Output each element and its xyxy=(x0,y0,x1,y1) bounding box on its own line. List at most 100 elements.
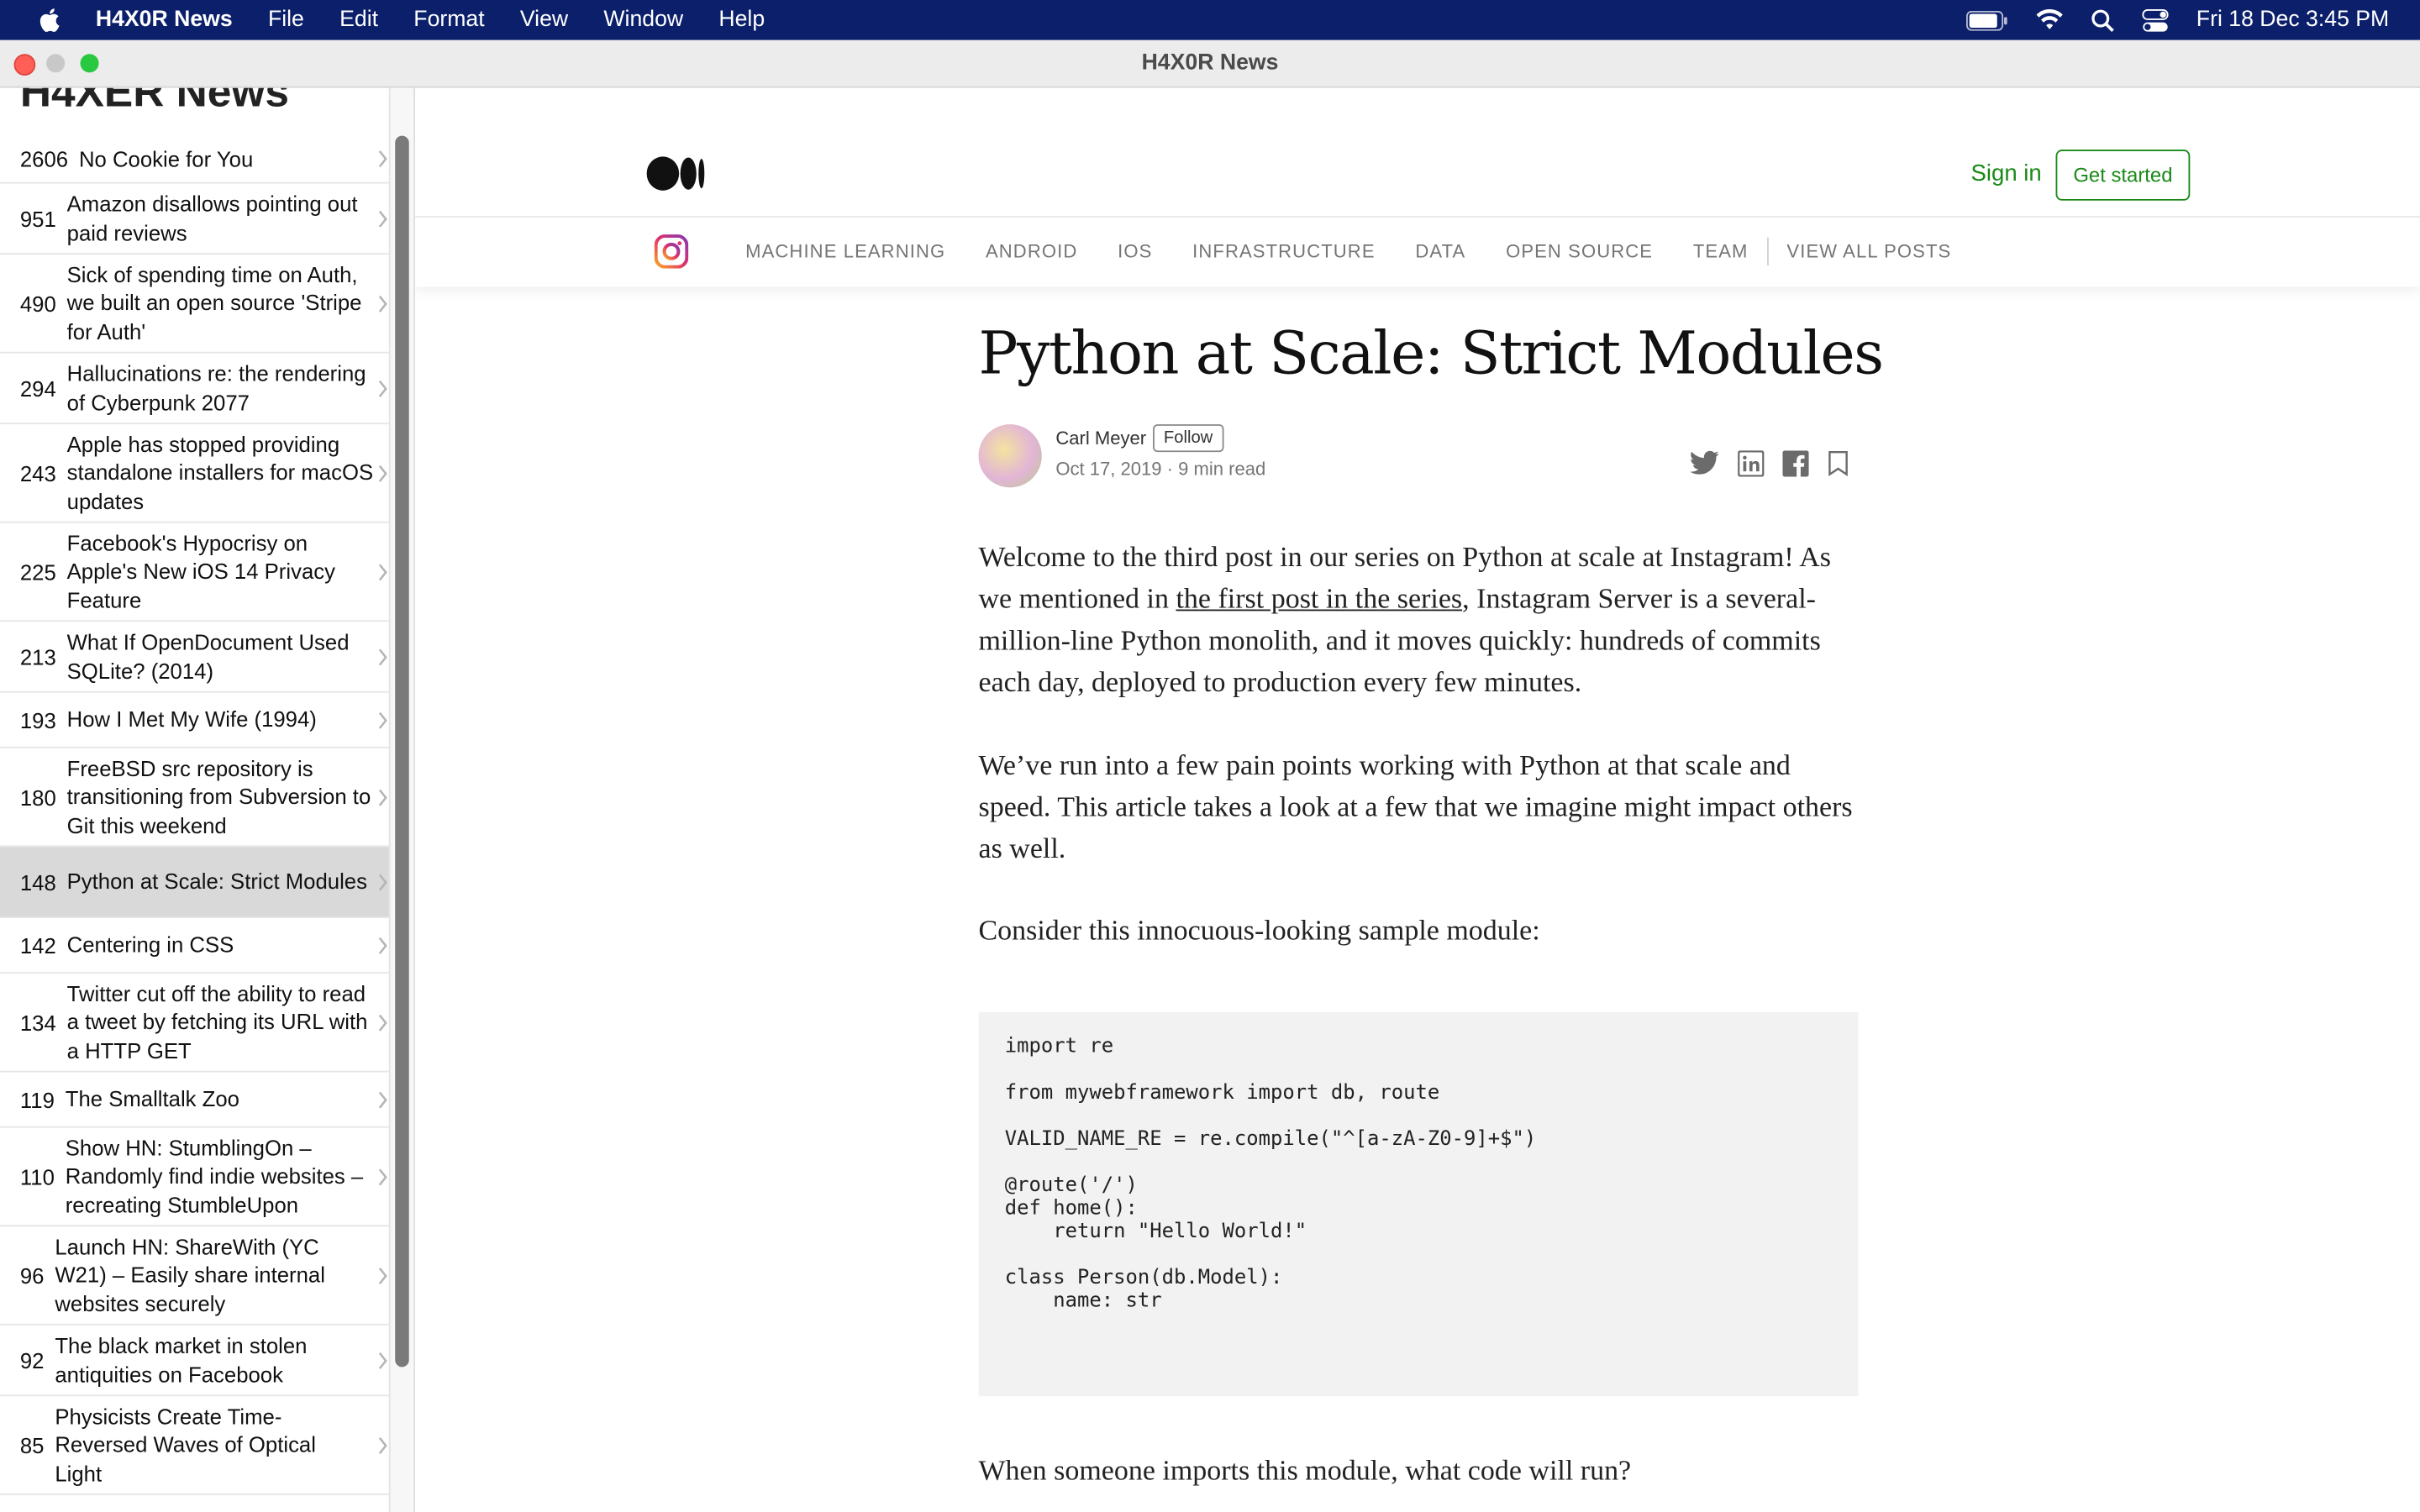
story-score: 193 xyxy=(19,707,56,732)
menu-format[interactable]: Format xyxy=(413,8,484,32)
share-bar xyxy=(1690,450,1849,477)
story-row[interactable]: 134 Twitter cut off the ability to read a… xyxy=(0,974,389,1073)
search-icon[interactable] xyxy=(2091,8,2115,32)
site-header: Sign in Get started xyxy=(415,88,2420,218)
menu-view[interactable]: View xyxy=(520,8,568,32)
story-score: 490 xyxy=(19,291,56,316)
story-row[interactable]: 142 Centering in CSS xyxy=(0,918,389,974)
story-score: 294 xyxy=(19,375,56,401)
chevron-right-icon xyxy=(378,1013,387,1031)
article-paragraph: Welcome to the third post in our series … xyxy=(978,538,1861,705)
bookmark-icon[interactable] xyxy=(1828,450,1849,477)
story-sidebar: H4XER News 2606 No Cookie for You 951 Amazo… xyxy=(0,87,416,1512)
chevron-right-icon xyxy=(378,379,387,396)
story-row[interactable]: 148 Python at Scale: Strict Modules xyxy=(0,847,389,918)
linkedin-icon[interactable] xyxy=(1738,450,1765,477)
chevron-right-icon xyxy=(378,1436,387,1454)
story-score: 134 xyxy=(19,1010,56,1035)
story-title: Sick of spending time on Auth, we built … xyxy=(66,262,362,344)
story-row[interactable]: 490 Sick of spending time on Auth, we bui… xyxy=(0,255,389,354)
story-row[interactable]: 85 Physicists Create Time-Reversed Waves … xyxy=(0,1396,389,1495)
window-titlebar: H4X0R News xyxy=(0,39,2420,88)
story-score: 96 xyxy=(19,1263,45,1288)
menu-edit[interactable]: Edit xyxy=(339,8,378,32)
nav-open-source[interactable]: OPEN SOURCE xyxy=(1506,241,1653,265)
story-row[interactable]: 951 Amazon disallows pointing out paid re… xyxy=(0,184,389,255)
nav-infrastructure[interactable]: INFRASTRUCTURE xyxy=(1192,241,1375,265)
nav-data[interactable]: DATA xyxy=(1415,241,1465,265)
chevron-right-icon xyxy=(378,873,387,890)
story-title: Physicists Create Time-Reversed Waves of… xyxy=(55,1404,316,1486)
apple-icon[interactable] xyxy=(37,6,65,34)
story-row[interactable]: 92 The black market in stolen antiquities… xyxy=(0,1326,389,1397)
menu-window[interactable]: Window xyxy=(603,8,683,32)
code-text: import re from mywebframework import db,… xyxy=(1004,1035,1537,1314)
twitter-icon[interactable] xyxy=(1690,450,1719,475)
story-title: The Smalltalk Zoo xyxy=(65,1086,239,1112)
wifi-icon[interactable] xyxy=(2036,9,2064,31)
nav-view-all-posts[interactable]: VIEW ALL POSTS xyxy=(1786,241,1951,265)
story-row[interactable]: 193 How I Met My Wife (1994) xyxy=(0,693,389,748)
get-started-button[interactable]: Get started xyxy=(2055,150,2191,201)
story-list: 2606 No Cookie for You 951 Amazon disallows… xyxy=(0,136,389,1495)
story-row[interactable]: 294 Hallucinations re: the rendering of C… xyxy=(0,354,389,425)
story-row[interactable]: 213 What If OpenDocument Used SQLite? (20… xyxy=(0,622,389,693)
article-paragraph: Consider this innocuous-looking sample m… xyxy=(978,916,1540,948)
story-score: 92 xyxy=(19,1347,45,1373)
chevron-right-icon xyxy=(378,648,387,665)
story-row[interactable]: 243 Apple has stopped providing standalon… xyxy=(0,424,389,523)
facebook-icon[interactable] xyxy=(1782,450,1809,477)
menu-help[interactable]: Help xyxy=(718,8,765,32)
sidebar-scrollbar[interactable] xyxy=(395,135,409,1368)
story-title: Hallucinations re: the rendering of Cybe… xyxy=(66,361,366,415)
author-name[interactable]: Carl Meyer xyxy=(1055,428,1146,449)
author-avatar[interactable] xyxy=(978,424,1042,488)
menu-file[interactable]: File xyxy=(268,8,304,32)
chevron-right-icon xyxy=(378,1090,387,1108)
chevron-right-icon xyxy=(378,209,387,227)
follow-button[interactable]: Follow xyxy=(1153,424,1224,453)
menubar-clock[interactable]: Fri 18 Dec 3:45 PM xyxy=(2196,8,2389,32)
nav-machine-learning[interactable]: MACHINE LEARNING xyxy=(745,241,945,265)
menu-app-name[interactable]: H4X0R News xyxy=(96,8,233,32)
sign-in-link[interactable]: Sign in xyxy=(1971,160,2042,186)
first-post-link[interactable]: the first post in the series xyxy=(1176,585,1462,616)
story-score: 225 xyxy=(19,559,56,585)
control-center-icon[interactable] xyxy=(2142,8,2169,32)
article-paragraph: When someone imports this module, what c… xyxy=(978,1456,1632,1488)
article-paragraph: We’ve run into a few pain points working… xyxy=(978,751,1853,866)
chevron-right-icon xyxy=(378,150,387,168)
code-block: import re from mywebframework import db,… xyxy=(978,1011,1859,1397)
story-title: FreeBSD src repository is transitioning … xyxy=(66,756,371,837)
chevron-right-icon xyxy=(378,1352,387,1369)
chevron-right-icon xyxy=(378,1267,387,1284)
instagram-logo-icon[interactable] xyxy=(654,234,689,269)
story-row[interactable]: 119 The Smalltalk Zoo xyxy=(0,1073,389,1128)
chevron-right-icon xyxy=(378,711,387,728)
chevron-right-icon xyxy=(378,1168,387,1185)
nav-android[interactable]: ANDROID xyxy=(986,241,1077,265)
story-score: 243 xyxy=(19,460,56,486)
chevron-right-icon xyxy=(378,563,387,580)
story-title: Launch HN: ShareWith (YC W21) – Easily s… xyxy=(55,1234,325,1315)
story-row[interactable]: 110 Show HN: StumblingOn – Randomly find … xyxy=(0,1128,389,1227)
story-score: 110 xyxy=(19,1163,55,1189)
story-row[interactable]: 2606 No Cookie for You xyxy=(0,136,389,184)
story-title: Centering in CSS xyxy=(66,932,234,958)
story-score: 119 xyxy=(19,1086,55,1112)
battery-icon[interactable] xyxy=(1966,9,2008,30)
story-row[interactable]: 180 FreeBSD src repository is transitioni… xyxy=(0,748,389,848)
story-row[interactable]: 96 Launch HN: ShareWith (YC W21) – Easily… xyxy=(0,1226,389,1326)
story-title: Twitter cut off the ability to read a tw… xyxy=(66,981,368,1063)
chevron-right-icon xyxy=(378,464,387,481)
story-title: The black market in stolen antiquities o… xyxy=(55,1333,308,1387)
nav-team[interactable]: TEAM xyxy=(1693,241,1749,265)
menu-bar: H4X0R News File Edit Format View Window … xyxy=(0,0,2420,40)
story-score: 180 xyxy=(19,784,56,810)
story-score: 148 xyxy=(19,869,56,895)
window-title: H4X0R News xyxy=(1141,50,1279,76)
story-row[interactable]: 225 Facebook's Hypocrisy on Apple's New i… xyxy=(0,523,389,622)
story-title: Amazon disallows pointing out paid revie… xyxy=(66,192,358,245)
nav-ios[interactable]: IOS xyxy=(1118,241,1152,265)
medium-logo-icon[interactable] xyxy=(646,156,706,192)
